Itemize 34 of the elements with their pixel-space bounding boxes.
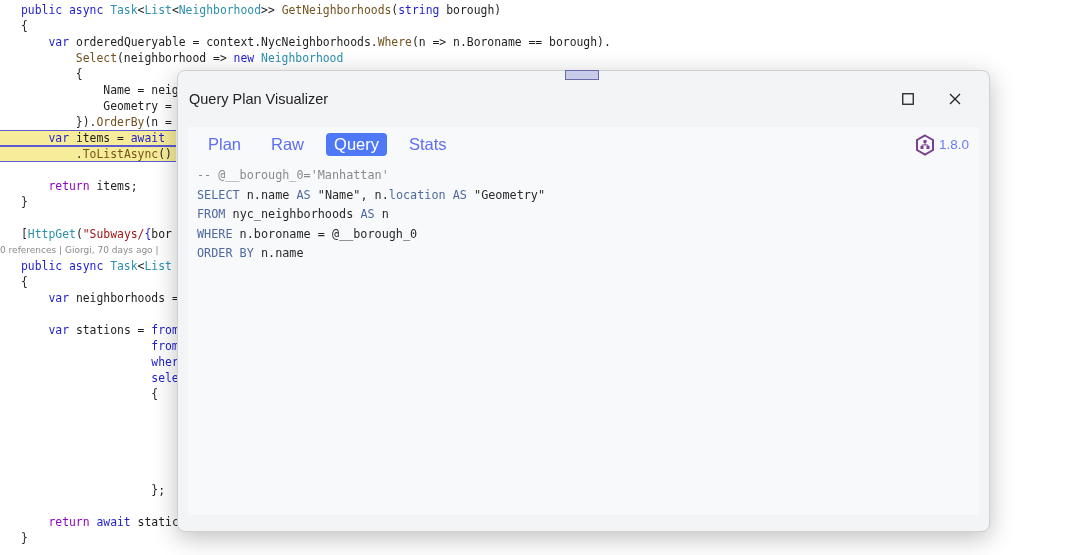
code-line: var orderedQueryable = context.NycNeighborhoods.Where(n => n.Boroname == borough). bbox=[47, 34, 611, 50]
code-line: { bbox=[20, 18, 28, 34]
code-line: } bbox=[20, 530, 28, 546]
tab[interactable]: Plan bbox=[200, 133, 250, 156]
sql-line: -- @__borough_0='Manhattan' bbox=[197, 167, 390, 184]
code-line: sele bbox=[150, 370, 179, 386]
sql-line: FROM nyc_neighborhoods AS n bbox=[197, 206, 390, 224]
tab[interactable]: Stats bbox=[401, 133, 455, 156]
code-line: { bbox=[150, 386, 159, 402]
code-line: { bbox=[74, 66, 83, 82]
code-line: public async Task<List bbox=[20, 258, 172, 274]
version-label: 1.8.0 bbox=[938, 137, 969, 152]
code-line: return items; bbox=[47, 178, 138, 194]
code-line: public async Task<List<Neighborhood>> GetNeighborhoods(string borough) bbox=[20, 2, 502, 18]
drag-handle[interactable] bbox=[565, 70, 599, 80]
code-line: } bbox=[20, 194, 28, 210]
sql-line: WHERE n.boroname = @__borough_0 bbox=[197, 225, 419, 243]
tab[interactable]: Raw bbox=[263, 133, 313, 156]
sql-line: ORDER BY n.name bbox=[197, 245, 305, 263]
code-line: Select(neighborhood => new Neighborhood bbox=[74, 50, 344, 66]
close-icon[interactable] bbox=[949, 93, 961, 105]
tab[interactable]: Query bbox=[326, 133, 387, 156]
hexagon-logo-icon bbox=[914, 133, 935, 156]
code-line: }).OrderBy(n = bbox=[74, 114, 172, 130]
codelens-info[interactable]: 0 references | Giorgi, 70 days ago | bbox=[0, 242, 159, 258]
sql-line: SELECT n.name AS "Name", n.location AS "Geometry" bbox=[197, 186, 547, 204]
code-line: wher bbox=[150, 354, 179, 370]
window-title: Query Plan Visualizer bbox=[189, 91, 330, 107]
code-line: { bbox=[20, 274, 28, 290]
maximize-icon[interactable] bbox=[902, 93, 914, 105]
code-line: Geometry = bbox=[102, 98, 172, 114]
code-line: return await static bbox=[47, 514, 179, 530]
code-line: [HttpGet("Subways/{bor bbox=[20, 226, 172, 242]
code-line: }; bbox=[150, 482, 165, 498]
